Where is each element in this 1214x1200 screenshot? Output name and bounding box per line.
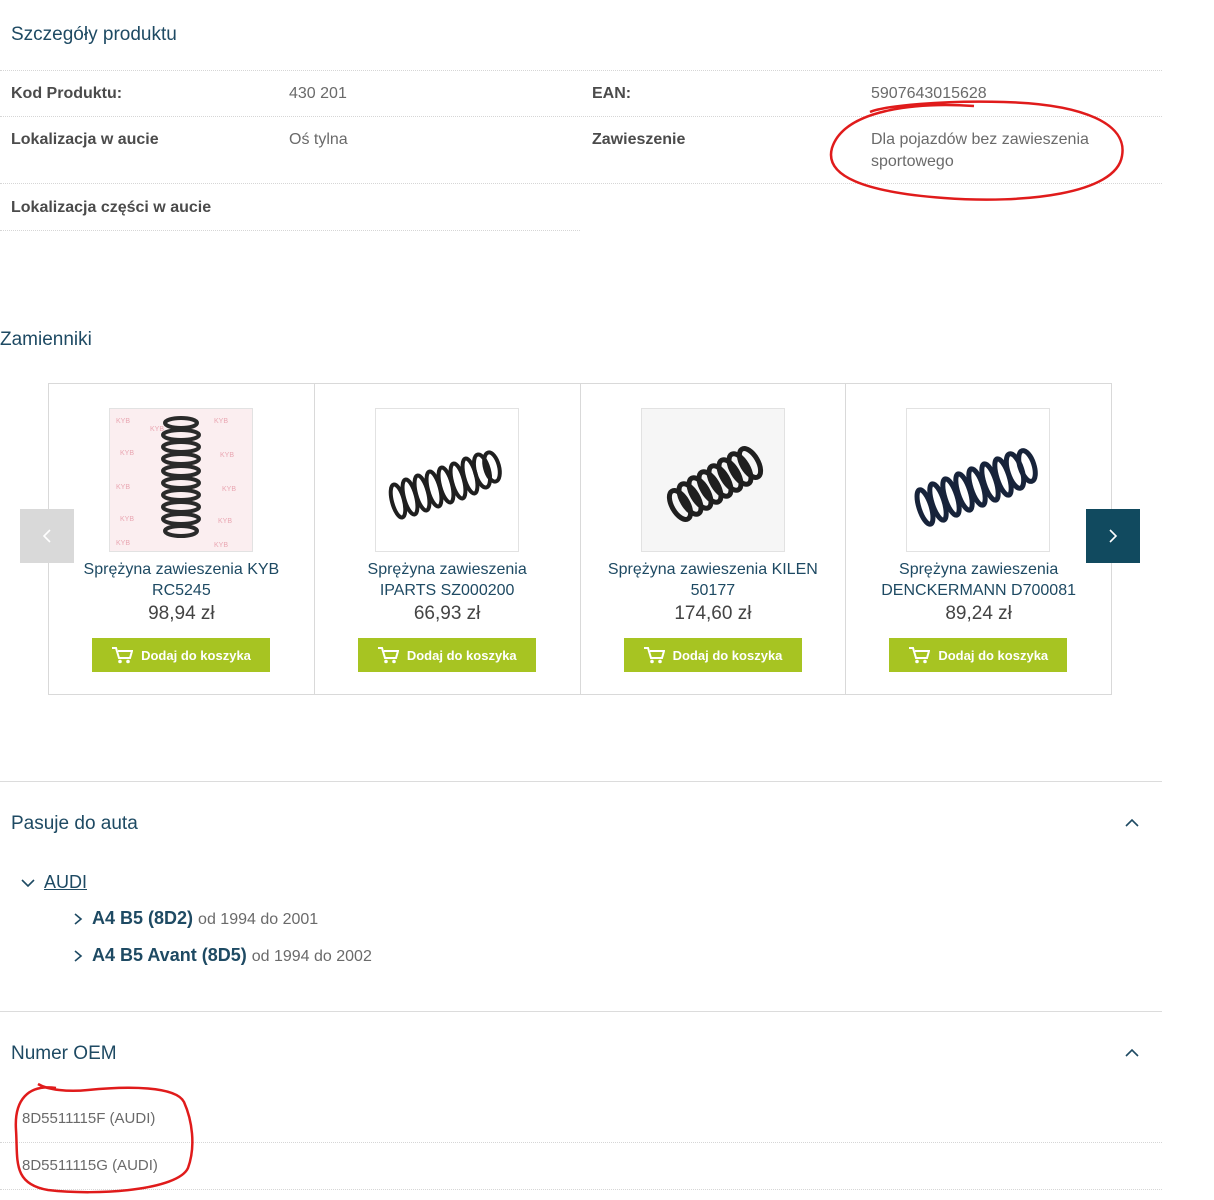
product-card[interactable]: Sprężyna zawieszenia DENCKERMANN D700081… <box>846 384 1111 694</box>
divider <box>0 1011 1162 1012</box>
cart-icon <box>377 647 399 664</box>
svg-text:KYB: KYB <box>222 486 236 493</box>
product-image[interactable] <box>374 408 519 552</box>
product-title[interactable]: Sprężyna zawieszenia KYB RC5245 <box>49 559 314 601</box>
svg-text:KYB: KYB <box>116 540 130 547</box>
product-title[interactable]: Sprężyna zawieszenia DENCKERMANN D700081 <box>846 559 1111 601</box>
model-name[interactable]: A4 B5 (8D2) <box>92 908 193 928</box>
details-title: Szczegóły produktu <box>11 24 177 45</box>
chevron-right-icon <box>74 913 83 925</box>
carousel-prev-button[interactable] <box>20 509 74 563</box>
product-price: 89,24 zł <box>945 603 1012 624</box>
annotation-circle <box>829 100 1124 201</box>
oem-title: Numer OEM <box>11 1043 117 1064</box>
product-card[interactable]: KYB KYB KYB KYB KYB KYB KYB KYB KYB KYB KYB Sp… <box>49 384 315 694</box>
product-title-line[interactable]: IPARTS SZ000200 <box>380 582 515 599</box>
svg-text:KYB: KYB <box>150 426 164 433</box>
add-to-cart-label: Dodaj do koszyka <box>672 647 783 663</box>
part-location-label: Lokalizacja części w aucie <box>11 199 212 216</box>
product-code-value: 430 201 <box>289 85 347 102</box>
product-price: 174,60 zł <box>674 603 752 624</box>
svg-text:KYB: KYB <box>120 516 134 523</box>
product-title-line[interactable]: Sprężyna zawieszenia KYB <box>84 561 280 578</box>
model-years: od 1994 do 2002 <box>251 948 372 965</box>
svg-text:KYB: KYB <box>214 542 228 549</box>
cart-icon <box>112 647 134 664</box>
add-to-cart-label: Dodaj do koszyka <box>406 647 517 663</box>
model-name[interactable]: A4 B5 Avant (8D5) <box>92 945 247 965</box>
car-location-label: Lokalizacja w aucie <box>11 131 159 148</box>
annotation-circle <box>14 1082 194 1194</box>
add-to-cart-button[interactable]: Dodaj do koszyka <box>889 638 1068 672</box>
product-card[interactable]: Sprężyna zawieszenia IPARTS SZ000200 66,… <box>315 384 581 694</box>
chevron-right-icon <box>1109 529 1118 543</box>
chevron-up-icon[interactable] <box>1124 817 1140 829</box>
product-title-line[interactable]: Sprężyna zawieszenia <box>899 561 1058 578</box>
product-image[interactable] <box>906 408 1051 552</box>
product-title-line[interactable]: DENCKERMANN D700081 <box>881 582 1076 599</box>
model-years: od 1994 do 2001 <box>198 911 319 928</box>
cart-icon <box>909 647 931 664</box>
brand-link[interactable]: AUDI <box>44 872 87 892</box>
divider <box>0 781 1162 782</box>
model-row[interactable]: A4 B5 (8D2) od 1994 do 2001 <box>72 908 318 929</box>
add-to-cart-button[interactable]: Dodaj do koszyka <box>623 638 802 672</box>
product-image[interactable]: KYB KYB KYB KYB KYB KYB KYB KYB KYB KYB KYB <box>109 408 253 552</box>
chevron-up-icon[interactable] <box>1124 1047 1140 1059</box>
product-title-line[interactable]: 50177 <box>691 582 736 599</box>
add-to-cart-button[interactable]: Dodaj do koszyka <box>92 638 270 672</box>
brand-row[interactable]: AUDI <box>20 872 87 893</box>
product-title-line[interactable]: RC5245 <box>152 582 211 599</box>
cart-icon <box>643 647 665 664</box>
fits-title: Pasuje do auta <box>11 813 138 834</box>
svg-text:KYB: KYB <box>214 418 228 425</box>
svg-text:KYB: KYB <box>116 484 130 491</box>
product-image[interactable] <box>640 408 785 552</box>
product-title-line[interactable]: Sprężyna zawieszenia <box>368 561 527 578</box>
product-price: 98,94 zł <box>148 603 215 624</box>
chevron-down-icon <box>21 879 35 888</box>
suspension-label: Zawieszenie <box>592 131 686 148</box>
replacements-title: Zamienniki <box>0 329 92 350</box>
product-code-label: Kod Produktu: <box>11 85 123 102</box>
carousel-next-button[interactable] <box>1086 509 1140 563</box>
divider <box>0 70 1162 71</box>
replacements-carousel: KYB KYB KYB KYB KYB KYB KYB KYB KYB KYB KYB Sp… <box>48 383 1112 695</box>
ean-label: EAN: <box>592 85 632 102</box>
car-location-value: Oś tylna <box>289 131 348 148</box>
product-title[interactable]: Sprężyna zawieszenia KILEN 50177 <box>581 559 846 601</box>
add-to-cart-label: Dodaj do koszyka <box>938 647 1049 663</box>
chevron-left-icon <box>42 529 51 543</box>
product-title[interactable]: Sprężyna zawieszenia IPARTS SZ000200 <box>315 559 580 601</box>
add-to-cart-button[interactable]: Dodaj do koszyka <box>357 638 536 672</box>
add-to-cart-label: Dodaj do koszyka <box>141 647 251 663</box>
product-title-line[interactable]: Sprężyna zawieszenia KILEN <box>608 561 818 578</box>
divider <box>0 230 580 231</box>
model-row[interactable]: A4 B5 Avant (8D5) od 1994 do 2002 <box>72 945 372 966</box>
product-price: 66,93 zł <box>413 603 481 624</box>
svg-text:KYB: KYB <box>220 452 234 459</box>
svg-text:KYB: KYB <box>218 518 232 525</box>
svg-text:KYB: KYB <box>120 450 134 457</box>
svg-text:KYB: KYB <box>116 418 130 425</box>
product-card[interactable]: Sprężyna zawieszenia KILEN 50177 174,60 … <box>581 384 847 694</box>
chevron-right-icon <box>74 950 83 962</box>
